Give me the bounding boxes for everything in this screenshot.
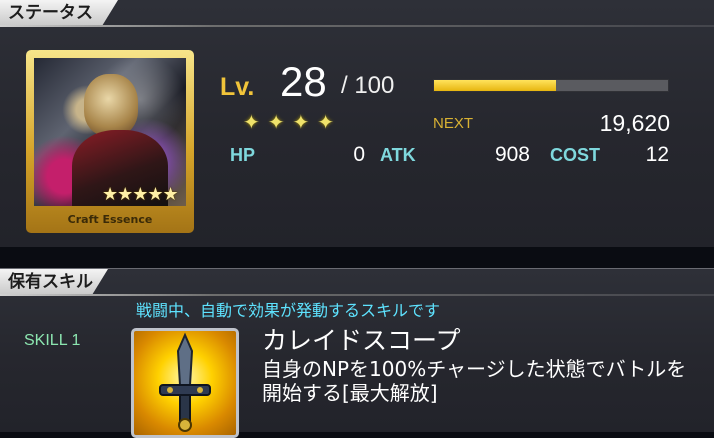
sword-icon[interactable] bbox=[131, 328, 239, 438]
sword-icon-graphic bbox=[159, 332, 211, 432]
cost-value: 12 bbox=[645, 143, 669, 166]
status-tab: ステータス bbox=[0, 0, 118, 26]
skills-description: 戦闘中、自動で効果が発動するスキルです bbox=[136, 301, 441, 320]
status-tab-underline bbox=[0, 25, 714, 27]
craft-essence-card[interactable]: ★★★★★ Craft Essence bbox=[26, 50, 194, 233]
atk-value: 908 bbox=[494, 143, 530, 166]
skill-slot-label: SKILL 1 bbox=[24, 332, 81, 349]
card-rarity-stars: ★★★★★ bbox=[102, 184, 179, 205]
skills-tab: 保有スキル bbox=[0, 269, 108, 295]
hp-label: HP bbox=[230, 145, 256, 165]
exp-bar-fill bbox=[434, 80, 556, 91]
hp-value: 0 bbox=[353, 143, 365, 166]
cost-label: COST bbox=[550, 145, 601, 165]
skill-effect: 自身のNPを100%チャージした状態でバトルを開始する[最大解放] bbox=[262, 357, 687, 405]
next-exp-value: 19,620 bbox=[599, 110, 670, 136]
skill-name: カレイドスコープ bbox=[262, 326, 461, 355]
next-label: NEXT bbox=[433, 115, 474, 132]
atk-label: ATK bbox=[380, 145, 416, 165]
limit-break-stars: ✦✦✦✦ bbox=[243, 110, 343, 134]
status-panel: ステータス ★★★★★ Craft Essence Lv. 28 / 100 ✦… bbox=[0, 0, 714, 247]
card-type-label: Craft Essence bbox=[67, 213, 153, 226]
skills-panel: 保有スキル 戦闘中、自動で効果が発動するスキルです SKILL 1 カレイドスコ… bbox=[0, 268, 714, 438]
exp-bar bbox=[433, 79, 669, 92]
level-max: / 100 bbox=[341, 72, 395, 99]
level-value: 28 bbox=[280, 58, 327, 105]
skills-tab-underline bbox=[0, 294, 714, 296]
level-label: Lv. bbox=[220, 73, 255, 101]
